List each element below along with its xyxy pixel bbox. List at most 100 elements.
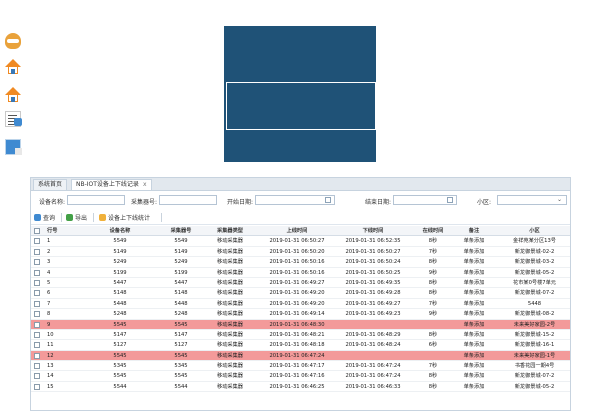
table-row[interactable]: 8 5248 5248 移动采集器 2019-01-31 06:49:14 2019-01… [31,309,570,320]
cell-type: 移动采集器 [217,311,243,318]
table-row[interactable]: 1 5549 5549 移动采集器 2019-01-31 06:50:27 2019-01… [31,236,570,247]
select-all-checkbox[interactable] [34,228,40,234]
col-header[interactable]: 上线时间 [261,226,333,236]
cell-type: 移动采集器 [217,269,243,276]
cell-online: 2019-01-31 06:49:20 [269,290,325,297]
cell-district: 新龙御景城-15-2 [514,331,555,338]
col-header[interactable]: 设备名称 [85,226,155,236]
row-checkbox[interactable] [34,311,40,318]
menu-item-telecom-device[interactable]: 电信设备管理 [0,56,152,78]
cell-duration: 9秒 [428,269,438,276]
cell-type: 移动采集器 [217,331,243,338]
start-date-input[interactable] [255,195,335,205]
query-label: 查询 [43,215,56,222]
row-checkbox[interactable] [34,269,40,276]
export-button[interactable]: 导出 [66,213,87,222]
menu-item-nbiot-online-record[interactable]: NB-IOT设备上下线记录 [0,108,152,130]
cell-no: 2 [47,248,51,255]
table-row[interactable]: 11 5127 5127 移动采集器 2019-01-31 06:48:18 2019-0… [31,340,570,351]
tab-bar: 系统首页 NB-IOT设备上下线记录 x [31,178,570,191]
table-row[interactable]: 10 5147 5147 移动采集器 2019-01-31 06:48:21 2019-0… [31,330,570,341]
row-checkbox[interactable] [34,248,40,255]
cell-online: 2019-01-31 06:49:27 [269,279,325,286]
cell-name: 5544 [113,383,127,390]
cell-collector: 5147 [174,331,188,338]
cell-duration: 8秒 [428,238,438,245]
cell-name: 5148 [113,290,127,297]
cell-type: 移动采集器 [217,279,243,286]
cell-no: 8 [47,311,51,318]
row-checkbox[interactable] [34,342,40,349]
records-panel: 系统首页 NB-IOT设备上下线记录 x 设备名称: 采集器号: 开始日期: 结束… [30,177,571,411]
row-checkbox[interactable] [34,290,40,297]
row-checkbox[interactable] [34,383,40,390]
table-row[interactable]: 13 5345 5345 移动采集器 2019-01-31 06:47:17 2019-0… [31,361,570,372]
query-button[interactable]: 查询 [34,213,55,222]
col-header[interactable]: 采集器号 [161,226,201,236]
cell-offline: 2019-01-31 06:50:27 [345,248,401,255]
table-row[interactable]: 4 5199 5199 移动采集器 2019-01-31 06:50:16 2019-01… [31,268,570,278]
menu-item-nbiot-sync[interactable]: NB-IOT设备信息同步 [0,136,152,158]
cell-district: 新龙御景城-02-2 [514,248,555,255]
col-header[interactable]: 小区 [497,226,570,236]
col-header[interactable]: 采集器类型 [208,226,252,236]
cell-collector: 5549 [174,238,188,245]
online-stats-button[interactable]: 设备上下线统计 [99,213,150,222]
cell-online: 2019-01-31 06:48:21 [269,331,325,338]
col-header[interactable]: 备注 [457,226,491,236]
row-checkbox[interactable] [34,373,40,380]
col-header[interactable]: 下线时间 [337,226,409,236]
cell-duration: 8秒 [428,373,438,380]
row-checkbox[interactable] [34,363,40,370]
end-date-label: 结束日期: [365,199,392,206]
cell-online: 2019-01-31 06:46:25 [269,383,325,390]
table-row[interactable]: 6 5148 5148 移动采集器 2019-01-31 06:49:20 2019-01… [31,288,570,299]
table-row[interactable]: 14 5545 5545 移动采集器 2019-01-31 06:47:16 2019-0… [31,371,570,382]
cell-no: 3 [47,259,51,266]
col-header[interactable]: 在线时间 [415,226,451,236]
table-row[interactable]: 2 5149 5149 移动采集器 2019-01-31 06:50:20 2019-01… [31,247,570,258]
calendar-icon[interactable] [325,197,331,203]
tab-home[interactable]: 系统首页 [33,179,68,190]
collector-no-input[interactable] [159,195,217,205]
cell-offline: 2019-01-31 06:46:33 [345,383,401,390]
cell-name: 5248 [113,311,127,318]
menu-item-nbiot-device[interactable]: NB-IOT移动设备管理 [0,84,152,106]
cell-no: 4 [47,269,51,276]
cell-collector: 5148 [174,290,188,297]
row-checkbox[interactable] [34,321,40,328]
row-checkbox[interactable] [34,352,40,359]
menu-item-label: 电信设备管理 [25,60,98,75]
close-icon[interactable]: x [143,181,147,188]
row-checkbox[interactable] [34,259,40,266]
cell-district: 金祥苑某分区13号 [513,238,556,245]
row-checkbox[interactable] [34,331,40,338]
cell-offline: 2019-01-31 06:47:24 [345,373,401,380]
menu-item-nbiot-product[interactable]: NB-IOT移动产品管理 [0,30,152,52]
cell-note: 单条添加 [463,373,485,380]
cell-offline: 2019-01-31 06:49:27 [345,300,401,307]
table-row[interactable]: 7 5448 5448 移动采集器 2019-01-31 06:49:20 2019-01… [31,299,570,310]
device-name-input[interactable] [67,195,125,205]
cell-offline [337,351,409,361]
cell-offline: 2019-01-31 06:49:23 [345,311,401,318]
cell-online: 2019-01-31 06:47:17 [269,363,325,370]
col-header[interactable]: 行号 [47,226,75,236]
row-checkbox[interactable] [34,300,40,307]
table-row[interactable]: 3 5249 5249 移动采集器 2019-01-31 06:50:16 2019-01… [31,257,570,268]
cell-note: 单条添加 [463,363,485,370]
table-row[interactable]: 5 5447 5447 移动采集器 2019-01-31 06:49:27 2019-01… [31,278,570,289]
tab-nbiot-record[interactable]: NB-IOT设备上下线记录 x [71,179,152,190]
cell-offline: 2019-01-31 06:52:35 [345,238,401,245]
row-checkbox[interactable] [34,238,40,245]
cell-no: 14 [47,373,54,380]
cell-collector: 5545 [174,321,188,328]
cell-collector: 5127 [174,342,188,349]
row-checkbox[interactable] [34,279,40,286]
table-row[interactable]: 12 5545 5545 移动采集器 2019-01-31 06:47:24 单条添加 未来… [31,350,570,362]
cell-collector: 5447 [174,279,188,286]
table-row[interactable]: 9 5545 5545 移动采集器 2019-01-31 06:48:30 单条添加 未来美… [31,319,570,330]
calendar-icon[interactable] [447,197,453,203]
cell-collector: 5149 [174,248,188,255]
table-row[interactable]: 15 5544 5544 移动采集器 2019-01-31 06:46:25 2019-0… [31,382,570,393]
